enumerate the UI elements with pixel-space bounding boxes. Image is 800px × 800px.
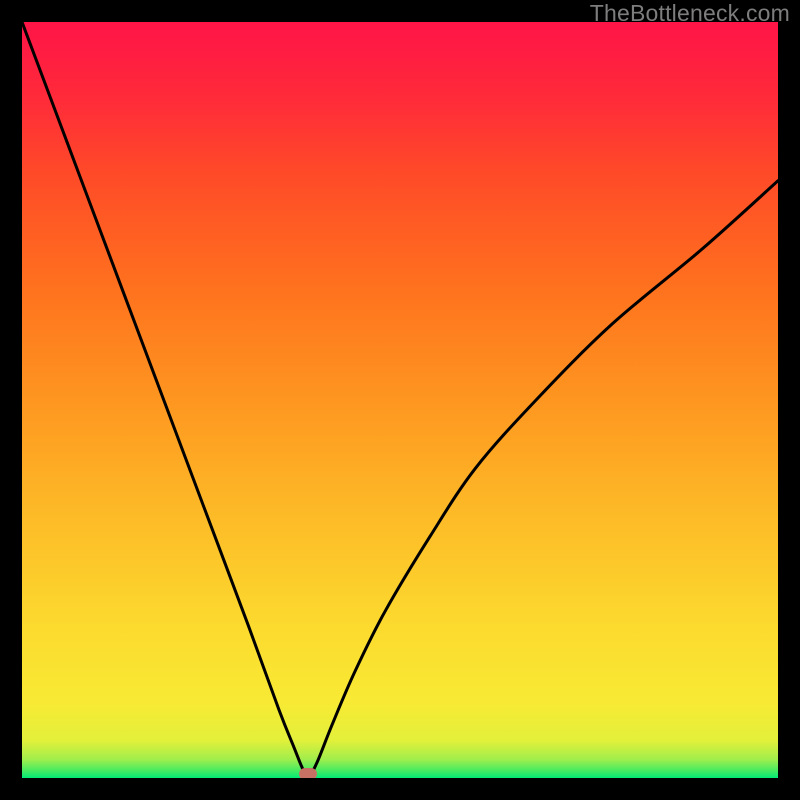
- chart-frame: TheBottleneck.com: [0, 0, 800, 800]
- minimum-marker: [299, 768, 317, 778]
- watermark-text: TheBottleneck.com: [590, 0, 790, 27]
- plot-area: [22, 22, 778, 778]
- bottleneck-curve: [22, 22, 778, 778]
